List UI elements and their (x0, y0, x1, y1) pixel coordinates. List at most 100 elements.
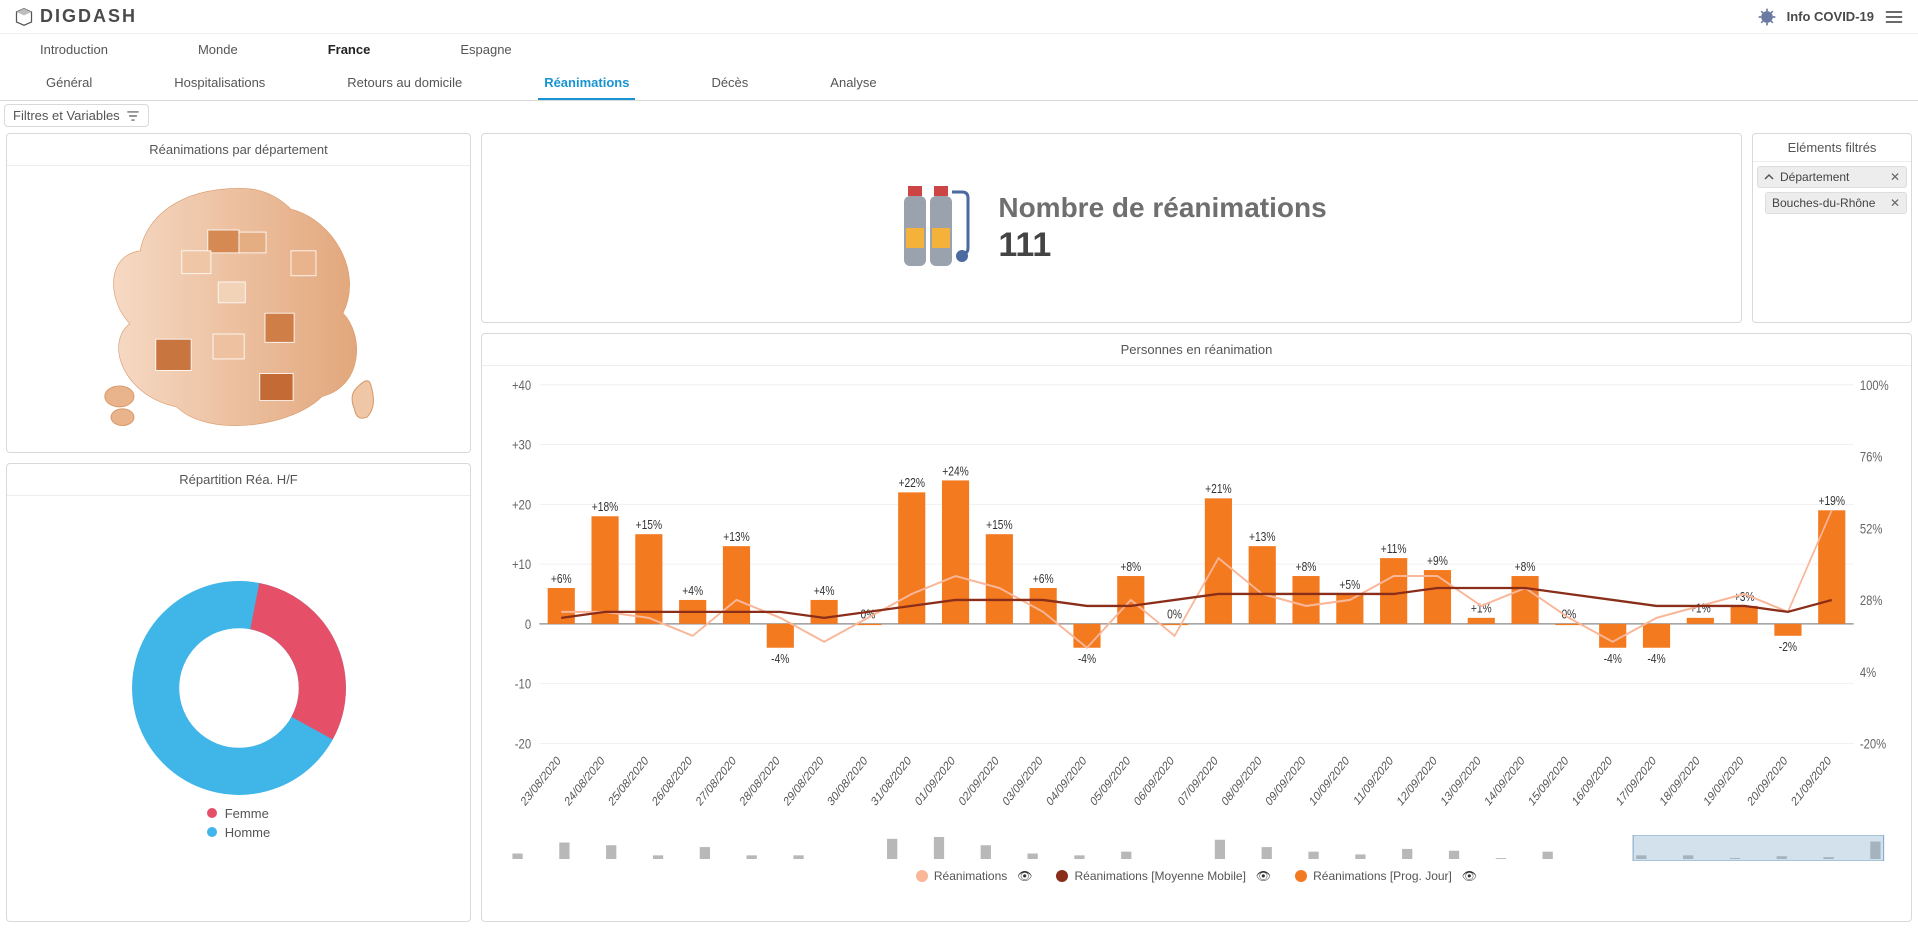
map-title: Réanimations par département (7, 134, 470, 166)
brand-logo-icon (14, 7, 34, 27)
kpi-value: 111 (998, 226, 1326, 265)
svg-text:07/09/2020: 07/09/2020 (1176, 753, 1220, 808)
eye-icon[interactable]: 👁 (1256, 869, 1271, 883)
france-map[interactable] (7, 166, 470, 450)
svg-text:13/09/2020: 13/09/2020 (1439, 753, 1483, 808)
remove-filter-icon[interactable]: ✕ (1890, 170, 1900, 184)
svg-text:+6%: +6% (551, 572, 572, 586)
svg-text:01/09/2020: 01/09/2020 (913, 753, 957, 808)
covid-icon (1757, 7, 1777, 27)
svg-text:+19%: +19% (1818, 494, 1845, 508)
svg-text:06/09/2020: 06/09/2020 (1132, 753, 1176, 808)
svg-text:17/09/2020: 17/09/2020 (1614, 753, 1658, 808)
svg-text:0%: 0% (1167, 608, 1182, 622)
svg-text:+22%: +22% (898, 476, 925, 490)
svg-text:-4%: -4% (771, 652, 789, 666)
svg-text:+9%: +9% (1427, 554, 1448, 568)
svg-text:24/08/2020: 24/08/2020 (562, 753, 606, 808)
svg-text:03/09/2020: 03/09/2020 (1001, 753, 1045, 808)
svg-text:31/08/2020: 31/08/2020 (869, 753, 913, 808)
subtab-hospitalisations[interactable]: Hospitalisations (168, 71, 271, 100)
donut-chart[interactable] (129, 578, 349, 798)
legend-moyenne[interactable]: Réanimations [Moyenne Mobile] 👁 (1056, 869, 1271, 883)
svg-text:30/08/2020: 30/08/2020 (825, 753, 869, 808)
svg-text:+4%: +4% (814, 584, 835, 598)
menu-icon[interactable] (1884, 7, 1904, 27)
tab-france[interactable]: France (328, 42, 371, 65)
svg-text:+40: +40 (512, 377, 531, 394)
legend-label: Réanimations [Moyenne Mobile] (1074, 869, 1245, 883)
eye-icon[interactable]: 👁 (1462, 869, 1477, 883)
svg-text:-4%: -4% (1078, 652, 1096, 666)
svg-text:27/08/2020: 27/08/2020 (694, 753, 738, 808)
map-panel: Réanimations par département (6, 133, 471, 453)
svg-text:04/09/2020: 04/09/2020 (1044, 753, 1088, 808)
top-bar: DIGDASH Info COVID-19 (0, 0, 1918, 34)
secondary-tabs: Général Hospitalisations Retours au domi… (0, 65, 1918, 101)
chart-title: Personnes en réanimation (482, 334, 1911, 366)
svg-text:+13%: +13% (723, 530, 750, 544)
svg-text:19/09/2020: 19/09/2020 (1702, 753, 1746, 808)
svg-text:+5%: +5% (1339, 578, 1360, 592)
svg-text:02/09/2020: 02/09/2020 (957, 753, 1001, 808)
legend-homme-label: Homme (225, 825, 271, 840)
swatch-icon (916, 870, 928, 882)
svg-text:08/09/2020: 08/09/2020 (1220, 753, 1264, 808)
chip-label: Bouches-du-Rhône (1772, 196, 1875, 210)
svg-text:12/09/2020: 12/09/2020 (1395, 753, 1439, 808)
legend-label: Réanimations (934, 869, 1007, 883)
remove-filter-icon[interactable]: ✕ (1890, 196, 1900, 210)
svg-text:28%: 28% (1860, 592, 1883, 609)
svg-text:29/08/2020: 29/08/2020 (782, 753, 826, 808)
eye-icon[interactable]: 👁 (1017, 869, 1032, 883)
subtab-retours[interactable]: Retours au domicile (341, 71, 468, 100)
france-map-svg (69, 178, 409, 438)
filter-chip-departement[interactable]: Département ✕ (1757, 166, 1907, 188)
svg-text:10/09/2020: 10/09/2020 (1307, 753, 1351, 808)
svg-text:25/08/2020: 25/08/2020 (606, 753, 650, 808)
svg-text:+20: +20 (512, 496, 531, 513)
svg-text:+15%: +15% (986, 518, 1013, 532)
info-link[interactable]: Info COVID-19 (1787, 9, 1874, 24)
swatch-icon (1295, 870, 1307, 882)
reanimation-chart[interactable]: -20-100+10+20+30+40-20%4%28%52%76%100%+6… (488, 372, 1905, 833)
sparkline-brush[interactable] (488, 835, 1905, 861)
svg-text:23/08/2020: 23/08/2020 (519, 753, 563, 808)
tab-monde[interactable]: Monde (198, 42, 238, 65)
oxygen-tank-icon (896, 178, 976, 278)
subtab-analyse[interactable]: Analyse (824, 71, 882, 100)
legend-label: Réanimations [Prog. Jour] (1313, 869, 1452, 883)
filters-variables-toggle[interactable]: Filtres et Variables (4, 104, 149, 127)
legend-reanimations[interactable]: Réanimations 👁 (916, 869, 1033, 883)
tab-espagne[interactable]: Espagne (460, 42, 511, 65)
svg-text:+11%: +11% (1381, 542, 1407, 556)
svg-text:16/09/2020: 16/09/2020 (1570, 753, 1614, 808)
svg-text:52%: 52% (1860, 520, 1883, 537)
chart-legend: Réanimations 👁 Réanimations [Moyenne Mob… (482, 863, 1911, 889)
donut-panel: Répartition Réa. H/F Femme Homme (6, 463, 471, 922)
subtab-reanimations[interactable]: Réanimations (538, 71, 635, 100)
subtab-deces[interactable]: Décès (705, 71, 754, 100)
filter-chip-bouches[interactable]: Bouches-du-Rhône ✕ (1765, 192, 1907, 214)
svg-text:4%: 4% (1860, 664, 1876, 681)
kpi-title: Nombre de réanimations (998, 192, 1326, 224)
chart-panel: Personnes en réanimation -20-100+10+20+3… (481, 333, 1912, 922)
subtab-general[interactable]: Général (40, 71, 98, 100)
dot-icon (207, 827, 217, 837)
legend-homme[interactable]: Homme (207, 825, 271, 840)
svg-text:0: 0 (525, 616, 531, 633)
svg-text:-4%: -4% (1604, 652, 1622, 666)
legend-femme[interactable]: Femme (207, 806, 271, 821)
svg-text:+15%: +15% (636, 518, 663, 532)
svg-text:20/09/2020: 20/09/2020 (1745, 753, 1789, 808)
svg-text:+30: +30 (512, 436, 531, 453)
legend-prog-jour[interactable]: Réanimations [Prog. Jour] 👁 (1295, 869, 1477, 883)
tab-introduction[interactable]: Introduction (40, 42, 108, 65)
svg-text:100%: 100% (1860, 377, 1889, 394)
filter-icon (126, 109, 140, 123)
chevron-up-icon (1764, 172, 1774, 182)
dot-icon (207, 808, 217, 818)
top-right: Info COVID-19 (1757, 7, 1904, 27)
svg-text:18/09/2020: 18/09/2020 (1658, 753, 1702, 808)
primary-tabs: Introduction Monde France Espagne (0, 34, 1918, 65)
